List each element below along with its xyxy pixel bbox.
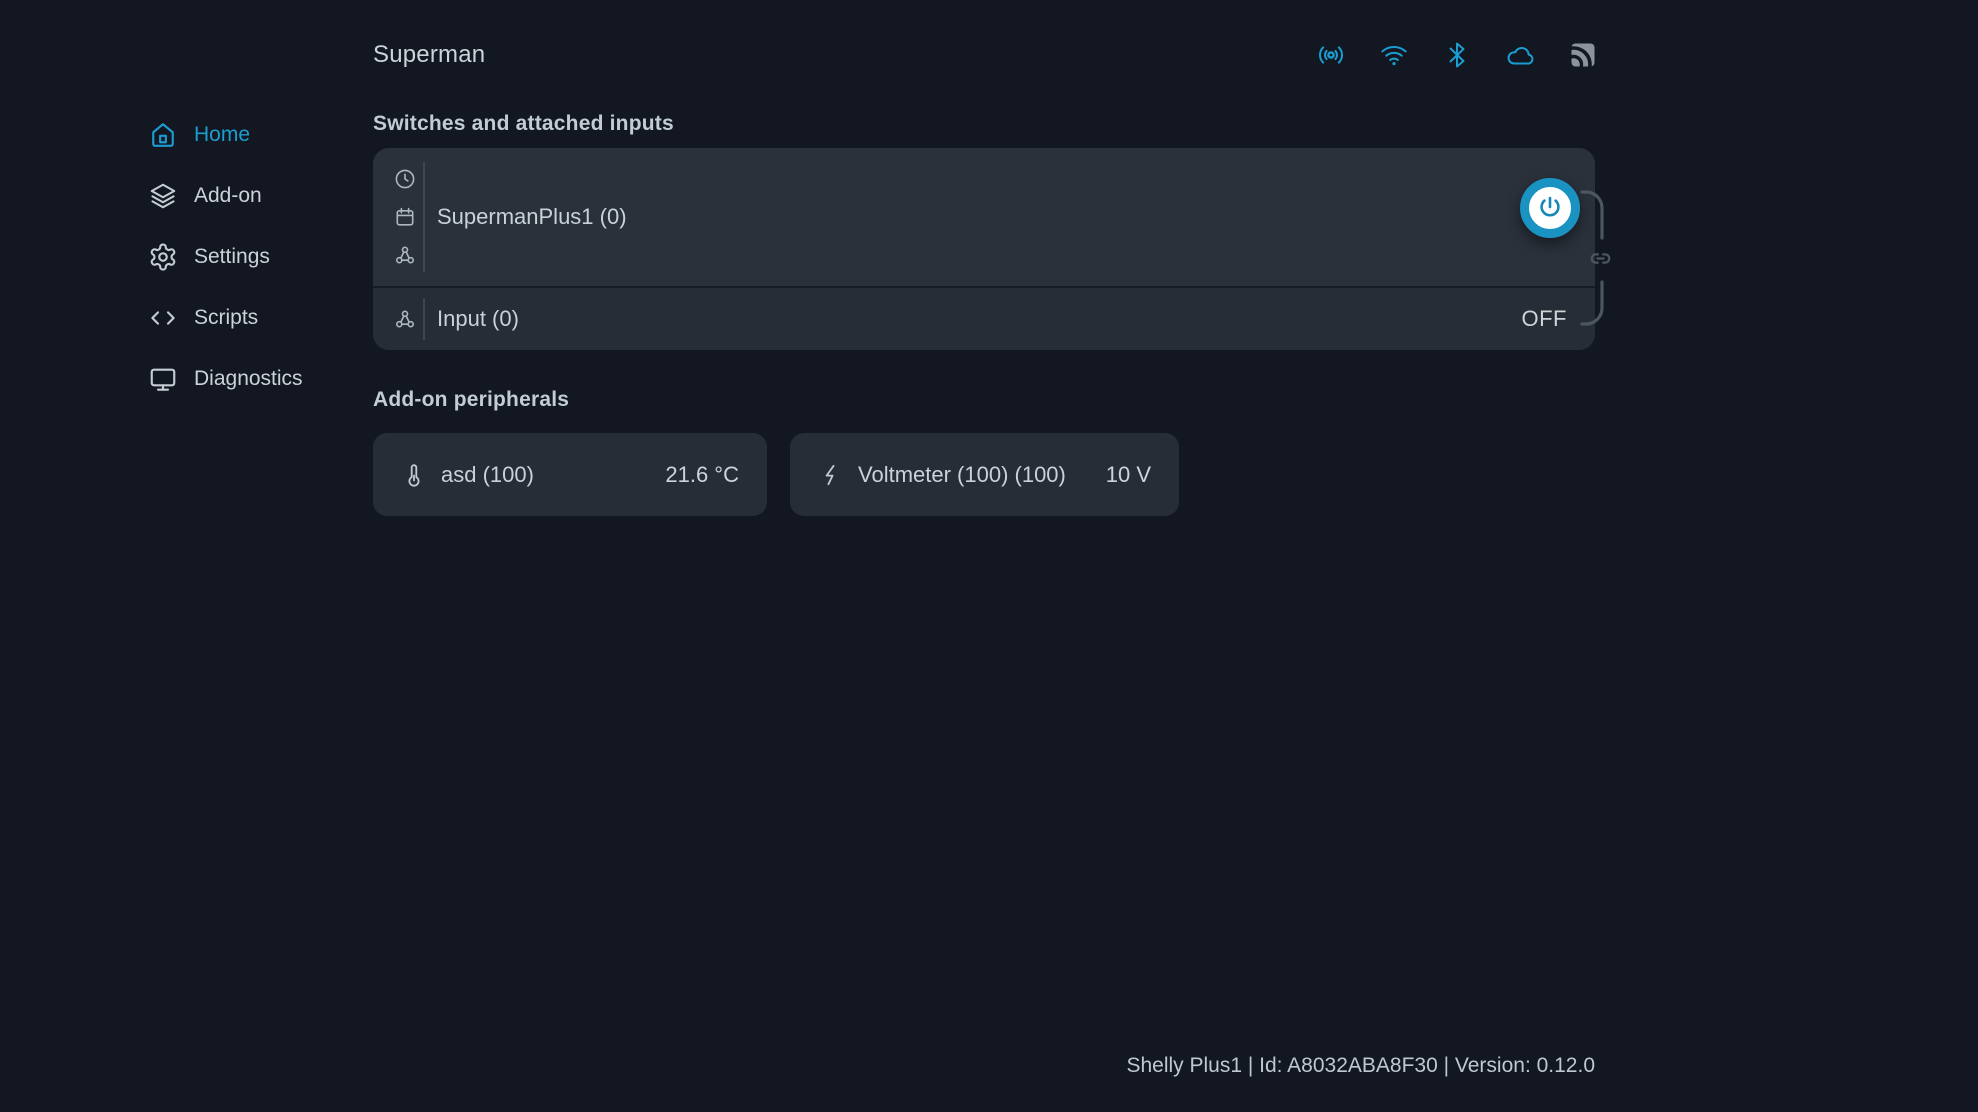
sidebar: Home Add-on Settings Scripts Diagnostics <box>148 104 348 409</box>
peripheral-cards: asd (100) 21.6 °C Voltmeter (100) (100) … <box>373 433 1179 516</box>
webhook-icon <box>393 307 417 331</box>
icon-divider <box>423 162 425 272</box>
link-icon <box>1587 245 1614 272</box>
voltage-icon <box>818 462 844 488</box>
layers-icon <box>148 181 178 211</box>
sidebar-item-addon[interactable]: Add-on <box>148 165 348 226</box>
monitor-icon <box>148 364 178 394</box>
power-toggle-button[interactable] <box>1520 178 1580 238</box>
gear-icon <box>148 242 178 272</box>
shelly-device-page: Superman <box>0 0 1978 1112</box>
status-icon-bar <box>1316 40 1598 70</box>
wifi-icon <box>1379 40 1409 70</box>
input-row[interactable]: Input (0) OFF <box>373 286 1595 350</box>
webhook-icon <box>393 243 417 267</box>
peripheral-card-temperature[interactable]: asd (100) 21.6 °C <box>373 433 767 516</box>
sidebar-item-label: Scripts <box>194 306 258 330</box>
sidebar-item-settings[interactable]: Settings <box>148 226 348 287</box>
peripheral-value: 10 V <box>1106 462 1151 488</box>
calendar-icon <box>393 205 417 229</box>
icon-divider <box>423 298 425 340</box>
clock-icon <box>393 167 417 191</box>
switch-row[interactable]: SupermanPlus1 (0) <box>373 148 1595 286</box>
cloud-icon <box>1505 40 1535 70</box>
input-name: Input (0) <box>437 306 519 332</box>
input-state-badge: OFF <box>1522 306 1568 332</box>
switch-indicator-icons <box>393 148 417 286</box>
peripheral-name: Voltmeter (100) (100) <box>858 462 1106 488</box>
home-icon <box>148 120 178 150</box>
device-info-footer: Shelly Plus1 | Id: A8032ABA8F30 | Versio… <box>1126 1054 1595 1078</box>
peripheral-name: asd (100) <box>441 462 665 488</box>
sidebar-item-label: Home <box>194 123 250 147</box>
sidebar-item-diagnostics[interactable]: Diagnostics <box>148 348 348 409</box>
switches-section-heading: Switches and attached inputs <box>373 112 674 136</box>
thermometer-icon <box>401 462 427 488</box>
sidebar-item-home[interactable]: Home <box>148 104 348 165</box>
page-title: Superman <box>373 41 485 69</box>
sidebar-item-label: Add-on <box>194 184 262 208</box>
sidebar-item-label: Settings <box>194 245 270 269</box>
power-icon <box>1533 191 1567 225</box>
mqtt-icon <box>1568 40 1598 70</box>
switch-name: SupermanPlus1 (0) <box>437 204 627 230</box>
peripheral-card-voltmeter[interactable]: Voltmeter (100) (100) 10 V <box>790 433 1179 516</box>
bluetooth-icon <box>1442 40 1472 70</box>
addons-section-heading: Add-on peripherals <box>373 388 569 412</box>
sidebar-item-label: Diagnostics <box>194 367 303 391</box>
access-point-icon <box>1316 40 1346 70</box>
peripheral-value: 21.6 °C <box>665 462 739 488</box>
code-icon <box>148 303 178 333</box>
sidebar-item-scripts[interactable]: Scripts <box>148 287 348 348</box>
switch-card: SupermanPlus1 (0) Input (0) OFF <box>373 148 1595 350</box>
